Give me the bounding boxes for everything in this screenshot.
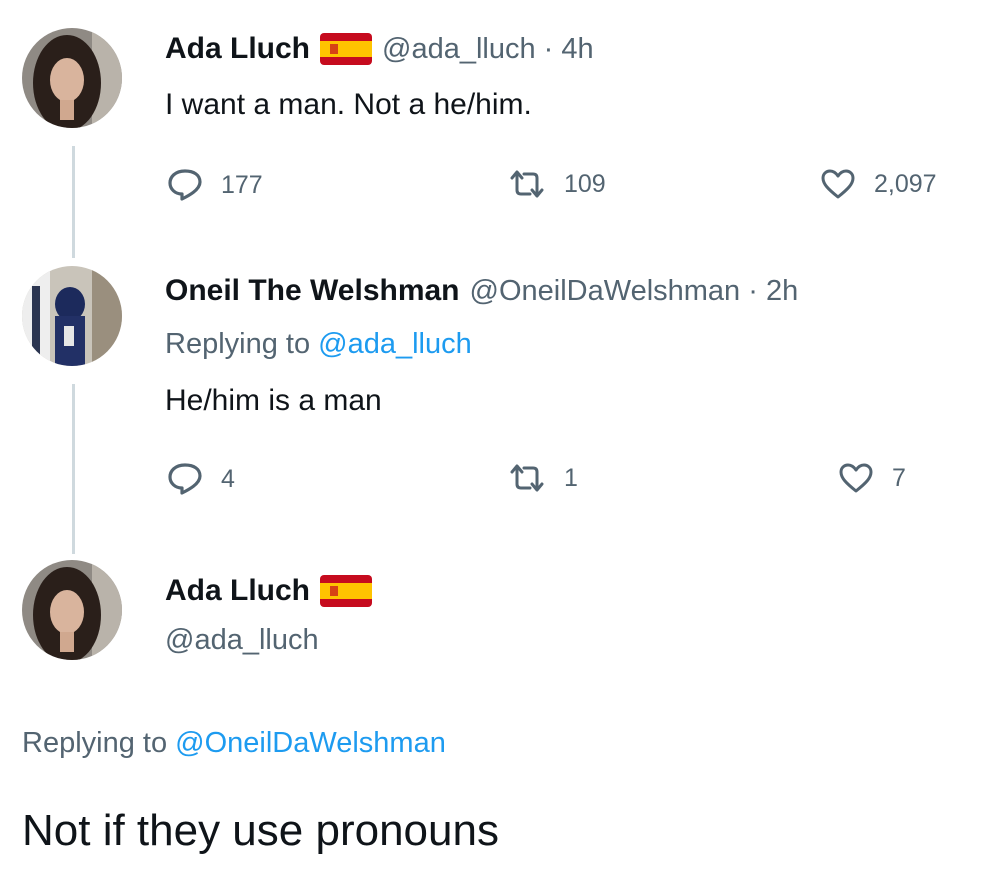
tweet1-retweet-count: 109 <box>564 169 606 198</box>
tweet1-retweet-button[interactable]: 109 <box>508 168 606 200</box>
spain-flag-icon <box>320 575 373 607</box>
tweet1-handle[interactable]: @ada_lluch · 4h <box>382 33 594 66</box>
tweet1-reply-count: 177 <box>221 170 263 199</box>
tweet3-replying-prefix: Replying to <box>22 727 168 759</box>
thread-line-1 <box>72 146 75 258</box>
tweet2-text: He/him is a man <box>165 384 382 417</box>
tweet2-reply-button[interactable]: 4 <box>167 462 235 496</box>
tweet3-header: Ada Lluch <box>165 574 373 608</box>
tweet3-text: Not if they use pronouns <box>22 806 499 855</box>
tweet1-reply-button[interactable]: 177 <box>167 168 263 202</box>
thread-line-2 <box>72 384 75 554</box>
tweet2-like-count: 7 <box>892 463 906 492</box>
avatar-ada-2-image <box>22 560 122 660</box>
tweet1-author-name[interactable]: Ada Lluch <box>165 32 310 66</box>
tweet2-retweet-count: 1 <box>564 463 578 492</box>
avatar-oneil[interactable] <box>22 266 122 366</box>
tweet2-author-name[interactable]: Oneil The Welshman <box>165 274 460 308</box>
heart-icon <box>838 462 874 494</box>
tweet1-text: I want a man. Not a he/him. <box>165 88 532 121</box>
avatar-ada-2[interactable] <box>22 560 122 660</box>
tweet3-replying-mention[interactable]: @OneilDaWelshman <box>175 727 446 759</box>
tweet3-replying-to: Replying to @OneilDaWelshman <box>22 727 446 760</box>
avatar-ada-image <box>22 28 122 128</box>
tweet2-handle[interactable]: @OneilDaWelshman · 2h <box>470 275 799 308</box>
tweet1-like-count: 2,097 <box>874 169 937 198</box>
avatar-ada[interactable] <box>22 28 122 128</box>
tweet2-replying-mention[interactable]: @ada_lluch <box>318 328 472 360</box>
tweet2-header: Oneil The Welshman @OneilDaWelshman · 2h <box>165 274 798 308</box>
tweet2-retweet-button[interactable]: 1 <box>508 462 578 494</box>
spain-flag-icon <box>320 33 373 65</box>
tweet2-like-button[interactable]: 7 <box>838 462 906 494</box>
tweet1-header: Ada Lluch @ada_lluch · 4h <box>165 32 594 66</box>
retweet-icon <box>508 168 546 200</box>
tweet2-reply-count: 4 <box>221 464 235 493</box>
heart-icon <box>820 168 856 200</box>
reply-icon <box>167 168 203 202</box>
tweet2-replying-prefix: Replying to <box>165 328 311 360</box>
tweet3-handle[interactable]: @ada_lluch <box>165 624 319 657</box>
avatar-oneil-image <box>22 266 122 366</box>
reply-icon <box>167 462 203 496</box>
retweet-icon <box>508 462 546 494</box>
tweet2-replying-to: Replying to @ada_lluch <box>165 328 472 361</box>
tweet1-like-button[interactable]: 2,097 <box>820 168 937 200</box>
tweet3-author-name[interactable]: Ada Lluch <box>165 574 310 608</box>
